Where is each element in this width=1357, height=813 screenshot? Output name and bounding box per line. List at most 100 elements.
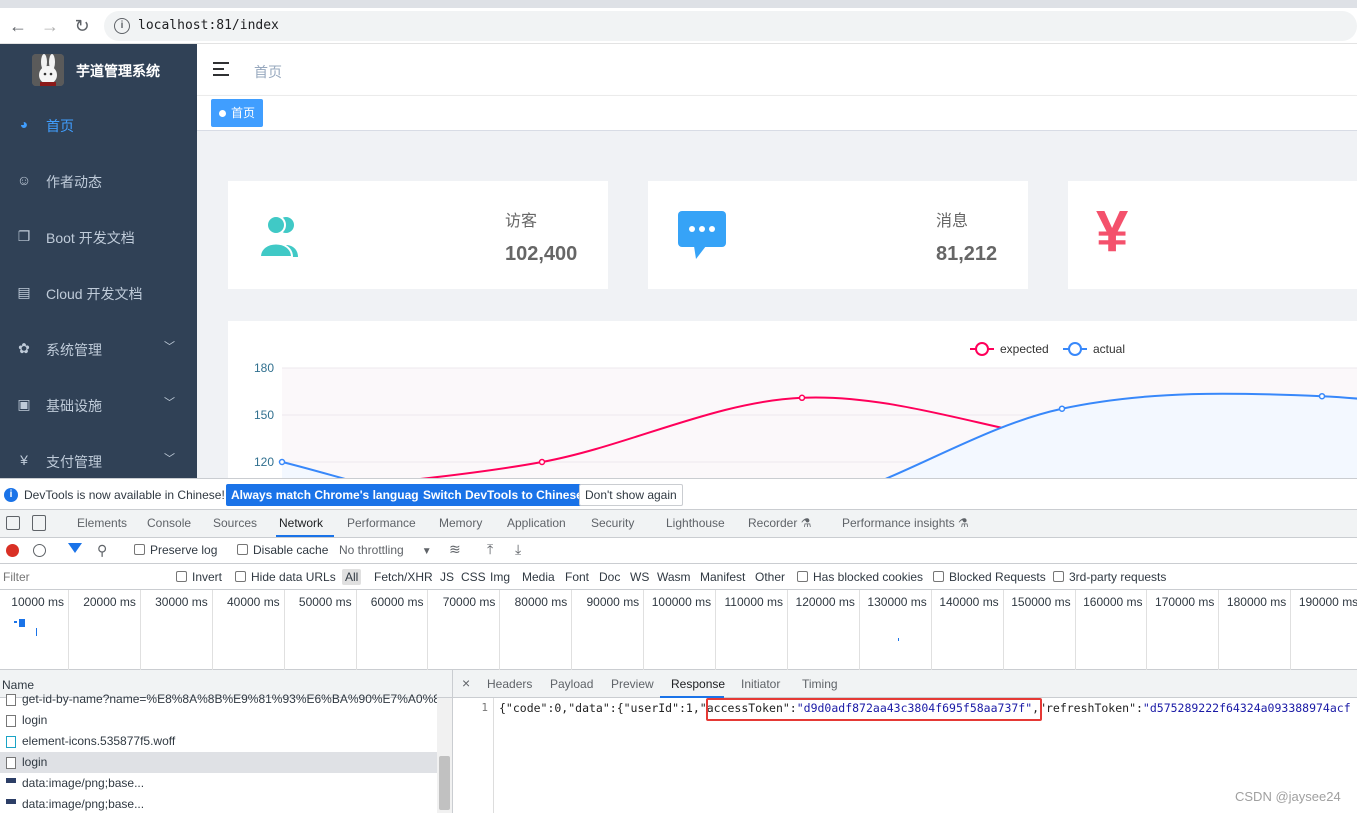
type-filter-wasm[interactable]: Wasm	[654, 569, 694, 585]
request-row[interactable]: data:image/png;base...	[0, 773, 437, 794]
type-filter-fetch-xhr[interactable]: Fetch/XHR	[371, 569, 436, 585]
filter-input[interactable]	[0, 567, 163, 587]
inspect-element-icon[interactable]	[6, 516, 20, 530]
timeline-tick-label: 110000 ms	[724, 595, 783, 609]
disable-cache-checkbox[interactable]: Disable cache	[237, 543, 328, 557]
timeline-column: 80000 ms	[499, 590, 571, 670]
type-filter-js[interactable]: JS	[437, 569, 457, 585]
request-row[interactable]: get-id-by-name?name=%E8%8A%8B%E9%81%93%E…	[0, 689, 437, 710]
tab-sources[interactable]: Sources	[213, 516, 257, 530]
clear-icon[interactable]	[33, 544, 46, 557]
dont-show-again-button[interactable]: Don't show again	[579, 484, 683, 506]
request-row[interactable]: data:image/png;base...	[0, 794, 437, 813]
app-title: 芋道管理系统	[76, 63, 160, 79]
tab-security[interactable]: Security	[591, 516, 634, 530]
type-filter-css[interactable]: CSS	[458, 569, 489, 585]
tab-headers[interactable]: Headers	[487, 677, 532, 691]
always-match-language-button[interactable]: Always match Chrome's language	[226, 484, 431, 506]
request-row[interactable]: element-icons.535877f5.woff	[0, 731, 437, 752]
search-icon[interactable]: ⚲	[97, 542, 107, 559]
record-icon[interactable]	[6, 544, 19, 557]
request-row[interactable]: login	[0, 752, 437, 773]
device-toolbar-icon[interactable]	[32, 515, 46, 531]
type-filter-font[interactable]: Font	[562, 569, 592, 585]
timeline-tick-label: 170000 ms	[1155, 595, 1215, 609]
panel-visitors[interactable]: 访客 102,400	[228, 181, 608, 289]
type-filter-ws[interactable]: WS	[627, 569, 652, 585]
timeline-request-bar	[14, 621, 17, 623]
panel-messages[interactable]: 消息 81,212	[648, 181, 1028, 289]
type-filter-media[interactable]: Media	[519, 569, 558, 585]
hide-data-urls-checkbox[interactable]: Hide data URLs	[235, 570, 336, 584]
import-har-icon[interactable]: ⤒	[487, 541, 493, 558]
type-filter-other[interactable]: Other	[752, 569, 788, 585]
type-filter-all[interactable]: All	[342, 569, 362, 585]
preserve-log-checkbox[interactable]: Preserve log	[134, 543, 217, 557]
tab-timing[interactable]: Timing	[802, 677, 838, 691]
preserve-log-label: Preserve log	[150, 543, 218, 557]
close-icon[interactable]: ×	[462, 675, 470, 691]
network-overview-timeline[interactable]: 10000 ms 20000 ms 30000 ms 40000 ms 50000 ms…	[0, 590, 1357, 670]
line-number-gutter: 1	[453, 698, 494, 813]
url-text[interactable]: localhost:81/index	[138, 18, 279, 33]
invert-label: Invert	[192, 570, 223, 584]
panel-money[interactable]: ¥	[1068, 181, 1357, 289]
sidebar-item[interactable]: ▣ 基础设施 ﹀	[0, 376, 197, 432]
throttling-select[interactable]: No throttling ▼	[339, 543, 432, 557]
type-filter-manifest[interactable]: Manifest	[697, 569, 748, 585]
y-tick-label: 120	[254, 455, 274, 469]
tab-payload[interactable]: Payload	[550, 677, 593, 691]
sidebar-item[interactable]: ▤ Cloud 开发文档	[0, 264, 197, 320]
tab-response[interactable]: Response	[671, 677, 725, 691]
export-har-icon[interactable]: ⤓	[515, 541, 521, 558]
breadcrumb[interactable]: 首页	[254, 62, 282, 82]
third-party-checkbox[interactable]: 3rd-party requests	[1053, 570, 1166, 584]
sidebar-item-label: 作者动态	[46, 174, 102, 190]
timeline-tick-label: 190000 ms	[1298, 595, 1357, 609]
reload-icon[interactable]: ↻	[72, 16, 92, 36]
back-arrow-icon[interactable]: ←	[8, 16, 28, 36]
tab-application[interactable]: Application	[507, 516, 566, 530]
request-list: Name get-id-by-name?name=%E8%8A%8B%E9%81…	[0, 670, 453, 813]
file-icon	[6, 757, 16, 769]
scrollbar-thumb[interactable]	[439, 756, 450, 810]
tab-network[interactable]: Network	[279, 516, 323, 530]
info-icon[interactable]: i	[114, 18, 130, 34]
tab-initiator[interactable]: Initiator	[741, 677, 780, 691]
switch-to-chinese-button[interactable]: Switch DevTools to Chinese	[418, 484, 588, 506]
sidebar-item[interactable]: ☺ 作者动态	[0, 152, 197, 208]
tab-memory[interactable]: Memory	[439, 516, 482, 530]
legend-marker-actual	[1068, 342, 1082, 356]
forward-arrow-icon[interactable]: →	[40, 16, 60, 36]
tab-recorder[interactable]: Recorder ⚗	[748, 516, 811, 530]
network-conditions-icon[interactable]: ≋	[449, 541, 461, 558]
sidebar-item[interactable]: ❐ Boot 开发文档	[0, 208, 197, 264]
tag-home[interactable]: 首页	[211, 99, 264, 127]
type-filter-doc[interactable]: Doc	[596, 569, 623, 585]
tab-lighthouse[interactable]: Lighthouse	[666, 516, 725, 530]
tab-preview[interactable]: Preview	[611, 677, 654, 691]
devtools-language-banner: i DevTools is now available in Chinese! …	[0, 478, 1357, 510]
info-icon: i	[4, 488, 18, 502]
hamburger-menu-icon[interactable]	[213, 61, 231, 77]
url-field[interactable]: i localhost:81/index	[104, 11, 1357, 41]
tab-elements[interactable]: Elements	[77, 516, 127, 530]
request-row[interactable]: login	[0, 710, 437, 731]
dashboard-icon: ◕	[19, 116, 29, 132]
timeline-column: 190000 ms	[1290, 590, 1357, 670]
tab-performance[interactable]: Performance	[347, 516, 416, 530]
sidebar-item[interactable]: ✿ 系统管理 ﹀	[0, 320, 197, 376]
blocked-cookies-checkbox[interactable]: Has blocked cookies	[797, 570, 923, 584]
request-name: login	[22, 713, 48, 727]
timeline-request-bar	[36, 628, 37, 636]
invert-checkbox[interactable]: Invert	[176, 570, 222, 584]
tab-console[interactable]: Console	[147, 516, 191, 530]
tab-performance-insights[interactable]: Performance insights ⚗	[842, 516, 969, 530]
filter-icon[interactable]	[68, 543, 82, 553]
yen-icon: ¥	[20, 452, 28, 468]
type-filter-img[interactable]: Img	[487, 569, 513, 585]
blocked-requests-checkbox[interactable]: Blocked Requests	[933, 570, 1046, 584]
sidebar-item[interactable]: ◕ 首页	[0, 96, 197, 152]
legend-label-expected: expected	[1000, 342, 1049, 356]
sidebar-item[interactable]: ¥ 支付管理 ﹀	[0, 432, 197, 478]
